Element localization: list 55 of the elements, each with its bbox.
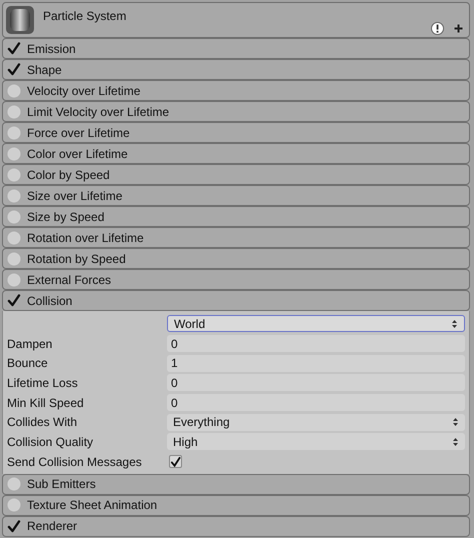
checkbox[interactable] [169, 455, 182, 468]
toggle-circle-icon[interactable] [7, 252, 21, 266]
field-label: Collides With [7, 415, 78, 430]
module-header[interactable]: Limit Velocity over Lifetime [2, 101, 470, 122]
module-header[interactable]: Sub Emitters [2, 474, 470, 494]
field-label: Lifetime Loss [7, 376, 79, 390]
toggle-circle-icon[interactable] [7, 210, 21, 224]
number-field[interactable]: 0 [167, 335, 465, 352]
module-header[interactable]: Shape [2, 59, 470, 80]
updown-arrow-icon [451, 318, 458, 329]
toggle-circle-icon[interactable] [7, 168, 21, 182]
dropdown[interactable]: World [167, 315, 465, 332]
toggle-circle-icon[interactable] [7, 146, 21, 160]
toggle-circle-icon[interactable] [7, 498, 21, 512]
toggle-circle-icon[interactable] [7, 477, 21, 491]
field-label: Dampen [7, 336, 54, 351]
toggle-circle-icon[interactable] [7, 272, 21, 286]
warning-icon[interactable] [431, 22, 444, 35]
toggle-circle-icon[interactable] [7, 104, 21, 118]
toggle-circle-icon[interactable] [7, 84, 21, 98]
check-icon[interactable] [7, 63, 21, 76]
check-icon[interactable] [7, 294, 21, 307]
module-header[interactable]: Texture Sheet Animation [2, 494, 470, 516]
toggle-circle-icon[interactable] [7, 188, 21, 202]
particle-system-icon [6, 6, 34, 34]
module-header[interactable]: Size over Lifetime [2, 185, 470, 206]
plus-icon[interactable] [454, 24, 463, 33]
module-header[interactable]: Color over Lifetime [2, 143, 470, 164]
module-header[interactable]: Rotation by Speed [2, 248, 470, 269]
number-field[interactable]: 0 [167, 374, 465, 392]
number-field[interactable]: 0 [167, 394, 465, 412]
module-header[interactable]: Size by Speed [2, 206, 470, 227]
updown-arrow-icon [452, 436, 459, 447]
module-header[interactable]: Collision [2, 290, 470, 311]
check-icon [170, 456, 181, 468]
module-header[interactable]: Velocity over Lifetime [2, 80, 470, 101]
module-header[interactable]: External Forces [2, 269, 470, 290]
field-label: Collision Quality [7, 434, 94, 449]
module-header[interactable]: Force over Lifetime [2, 122, 470, 143]
updown-arrow-icon [452, 417, 459, 428]
field-label: Send Collision Messages [7, 454, 143, 469]
module-header[interactable]: Color by Speed [2, 164, 470, 185]
number-field[interactable]: 1 [167, 354, 465, 372]
module-header[interactable]: Rotation over Lifetime [2, 227, 470, 248]
module-header[interactable]: Renderer [2, 516, 470, 536]
field-label: Bounce [7, 356, 49, 370]
field-label: Min Kill Speed [7, 396, 85, 410]
toggle-circle-icon[interactable] [7, 230, 21, 244]
component-title: Particle System [43, 9, 126, 23]
dropdown[interactable]: Everything [167, 414, 465, 431]
module-header[interactable]: Emission [2, 38, 470, 59]
check-icon[interactable] [7, 42, 21, 55]
toggle-circle-icon[interactable] [7, 126, 21, 140]
dropdown[interactable]: High [167, 433, 465, 450]
check-icon[interactable] [7, 520, 21, 532]
